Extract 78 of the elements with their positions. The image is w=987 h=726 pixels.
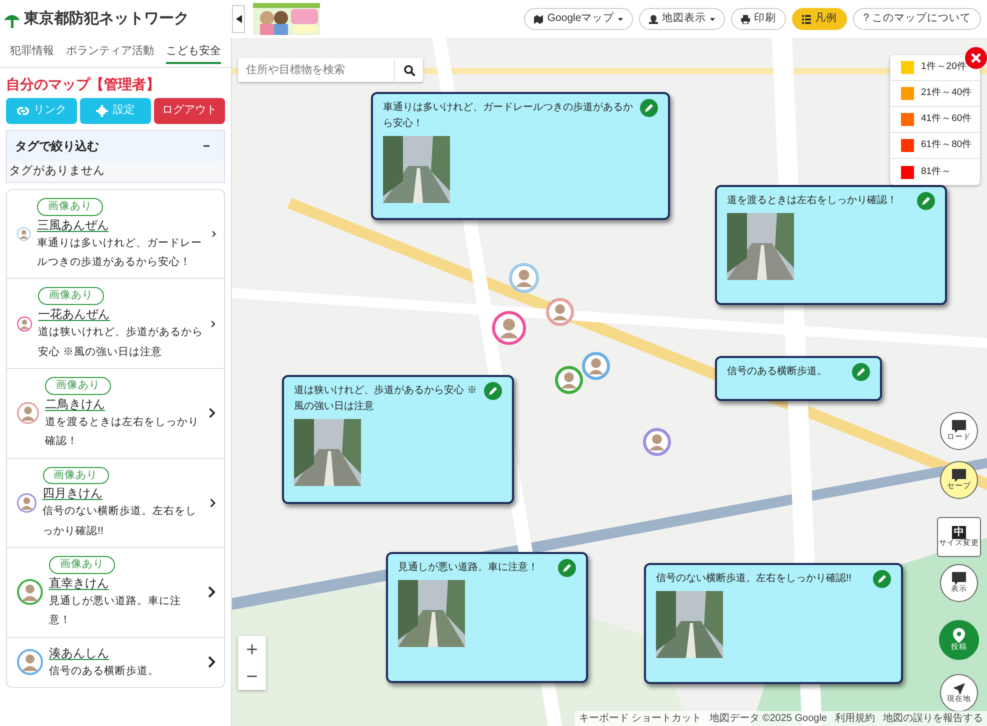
filter-title: タグで絞り込む (15, 138, 99, 154)
image-badge: 画像あり (45, 376, 111, 395)
nav-tab[interactable]: こども安全 (166, 41, 221, 64)
post-text: 信号のない横断歩道。左右をしっかり確認!! (42, 504, 198, 539)
popup-text: 車通りは多いけれど、ガードレールつきの歩道があるから安心！ (383, 100, 634, 131)
chevron-right-icon[interactable] (208, 586, 216, 598)
map-marker[interactable] (555, 366, 583, 394)
search-icon (404, 64, 414, 76)
speech-bubble-icon (952, 420, 966, 434)
chevron-right-icon[interactable] (209, 407, 216, 420)
logo: 東京都防犯ネットワーク (24, 8, 189, 29)
legend-label: 21件～40件 (921, 86, 972, 100)
legend-label: 41件～60件 (921, 112, 972, 126)
zoom-button[interactable]: + (238, 636, 266, 663)
collapse-toggle[interactable]: − (202, 136, 216, 154)
edit-icon[interactable] (558, 559, 576, 577)
toolbar-button[interactable]: 凡例 (792, 8, 848, 30)
toolbar-button[interactable]: 地図表示 (639, 8, 726, 30)
post-author-link[interactable]: 三風あんぜん (36, 218, 109, 232)
zoom-button[interactable]: − (238, 663, 266, 690)
panel-title: 自分のマップ【管理者】 (6, 74, 161, 94)
post-text: 道を渡るときは左右をしっかり確認！ (45, 414, 200, 450)
map-marker[interactable] (582, 352, 610, 380)
image-badge: 画像あり (36, 198, 103, 216)
link-icon (16, 104, 28, 116)
attribution-link[interactable]: キーボード ショートカット (578, 711, 702, 726)
search-button[interactable] (395, 58, 423, 82)
edit-icon[interactable] (917, 192, 935, 210)
chevron-right-icon[interactable] (210, 496, 216, 509)
post-text: 道は狭いけれど、歩道があるから安心 ※風の強い日は注意 (38, 325, 204, 360)
post-text: 信号のある横断歩道。 (49, 664, 160, 679)
image-badge: 画像あり (42, 466, 109, 484)
attribution-link[interactable]: 地図の誤りを報告する (883, 711, 983, 726)
nav-tab[interactable]: ボランティア活動 (66, 41, 154, 64)
popup-text: 見通しが悪い道路。車に注意！ (398, 560, 539, 575)
chevron-right-icon[interactable] (208, 656, 216, 668)
popup-text: 信号のない横断歩道。左右をしっかり確認!! (656, 572, 853, 586)
toolbar-button[interactable]: 印刷 (731, 8, 786, 30)
navigation-arrow-icon (953, 682, 965, 695)
size-icon: 中 (952, 526, 966, 540)
list-icon (802, 14, 812, 24)
map-marker[interactable] (643, 428, 671, 456)
nav-tab[interactable]: 犯罪情報 (10, 41, 54, 64)
sidebar-toggle-button[interactable] (232, 5, 245, 33)
post-author-link[interactable]: 直幸きけん (48, 576, 109, 590)
post-author-link[interactable]: 四月きけん (42, 486, 103, 500)
close-icon[interactable] (965, 47, 987, 69)
edit-icon[interactable] (484, 382, 502, 400)
toolbar-button[interactable]: Googleマップ (524, 8, 634, 30)
map-icon (534, 14, 544, 24)
post-author-link[interactable]: 二鳥きけん (45, 396, 105, 411)
triangle-icon (236, 15, 242, 23)
post-author-link[interactable]: 一花あんぜん (38, 307, 110, 322)
legend-label: 1件～20件 (921, 60, 967, 74)
attribution-link[interactable]: 利用規約 (835, 711, 875, 726)
toolbar-button[interactable]: ? このマップについて (853, 8, 981, 30)
edit-icon[interactable] (852, 363, 870, 381)
post-author-link[interactable]: 湊あんしん (49, 646, 109, 660)
speech-bubble-icon (952, 572, 966, 586)
image-badge: 画像あり (48, 556, 115, 574)
search-field[interactable]: 住所や目標物を検索 (238, 58, 395, 82)
gear-icon (96, 104, 108, 116)
post-text: 見通しが悪い道路。車に注意！ (48, 594, 182, 628)
attribution-link[interactable]: 地図データ ©2025 Google (710, 711, 827, 726)
popup-text: 道を渡るときは左右をしっかり確認！ (727, 194, 898, 208)
edit-icon[interactable] (640, 99, 658, 117)
map-marker[interactable] (546, 298, 574, 326)
popup-text: 道は狭いけれど、歩道があるから安心 ※風の強い日は注意 (294, 384, 478, 414)
speech-bubble-icon (952, 469, 966, 482)
popup-text: 信号のある横断歩道。 (727, 364, 828, 379)
post-text: 車通りは多いけれど、ガードレールつきの歩道があるから安心！ (36, 236, 203, 270)
printer-icon (741, 14, 750, 24)
empty-message: タグがありません (7, 160, 224, 182)
image-badge: 画像あり (38, 287, 104, 306)
legend-label: 61件～80件 (921, 138, 972, 152)
legend-label: 81件～ (921, 164, 952, 179)
edit-icon[interactable] (873, 570, 891, 588)
action-button[interactable]: ログアウト (154, 98, 225, 124)
